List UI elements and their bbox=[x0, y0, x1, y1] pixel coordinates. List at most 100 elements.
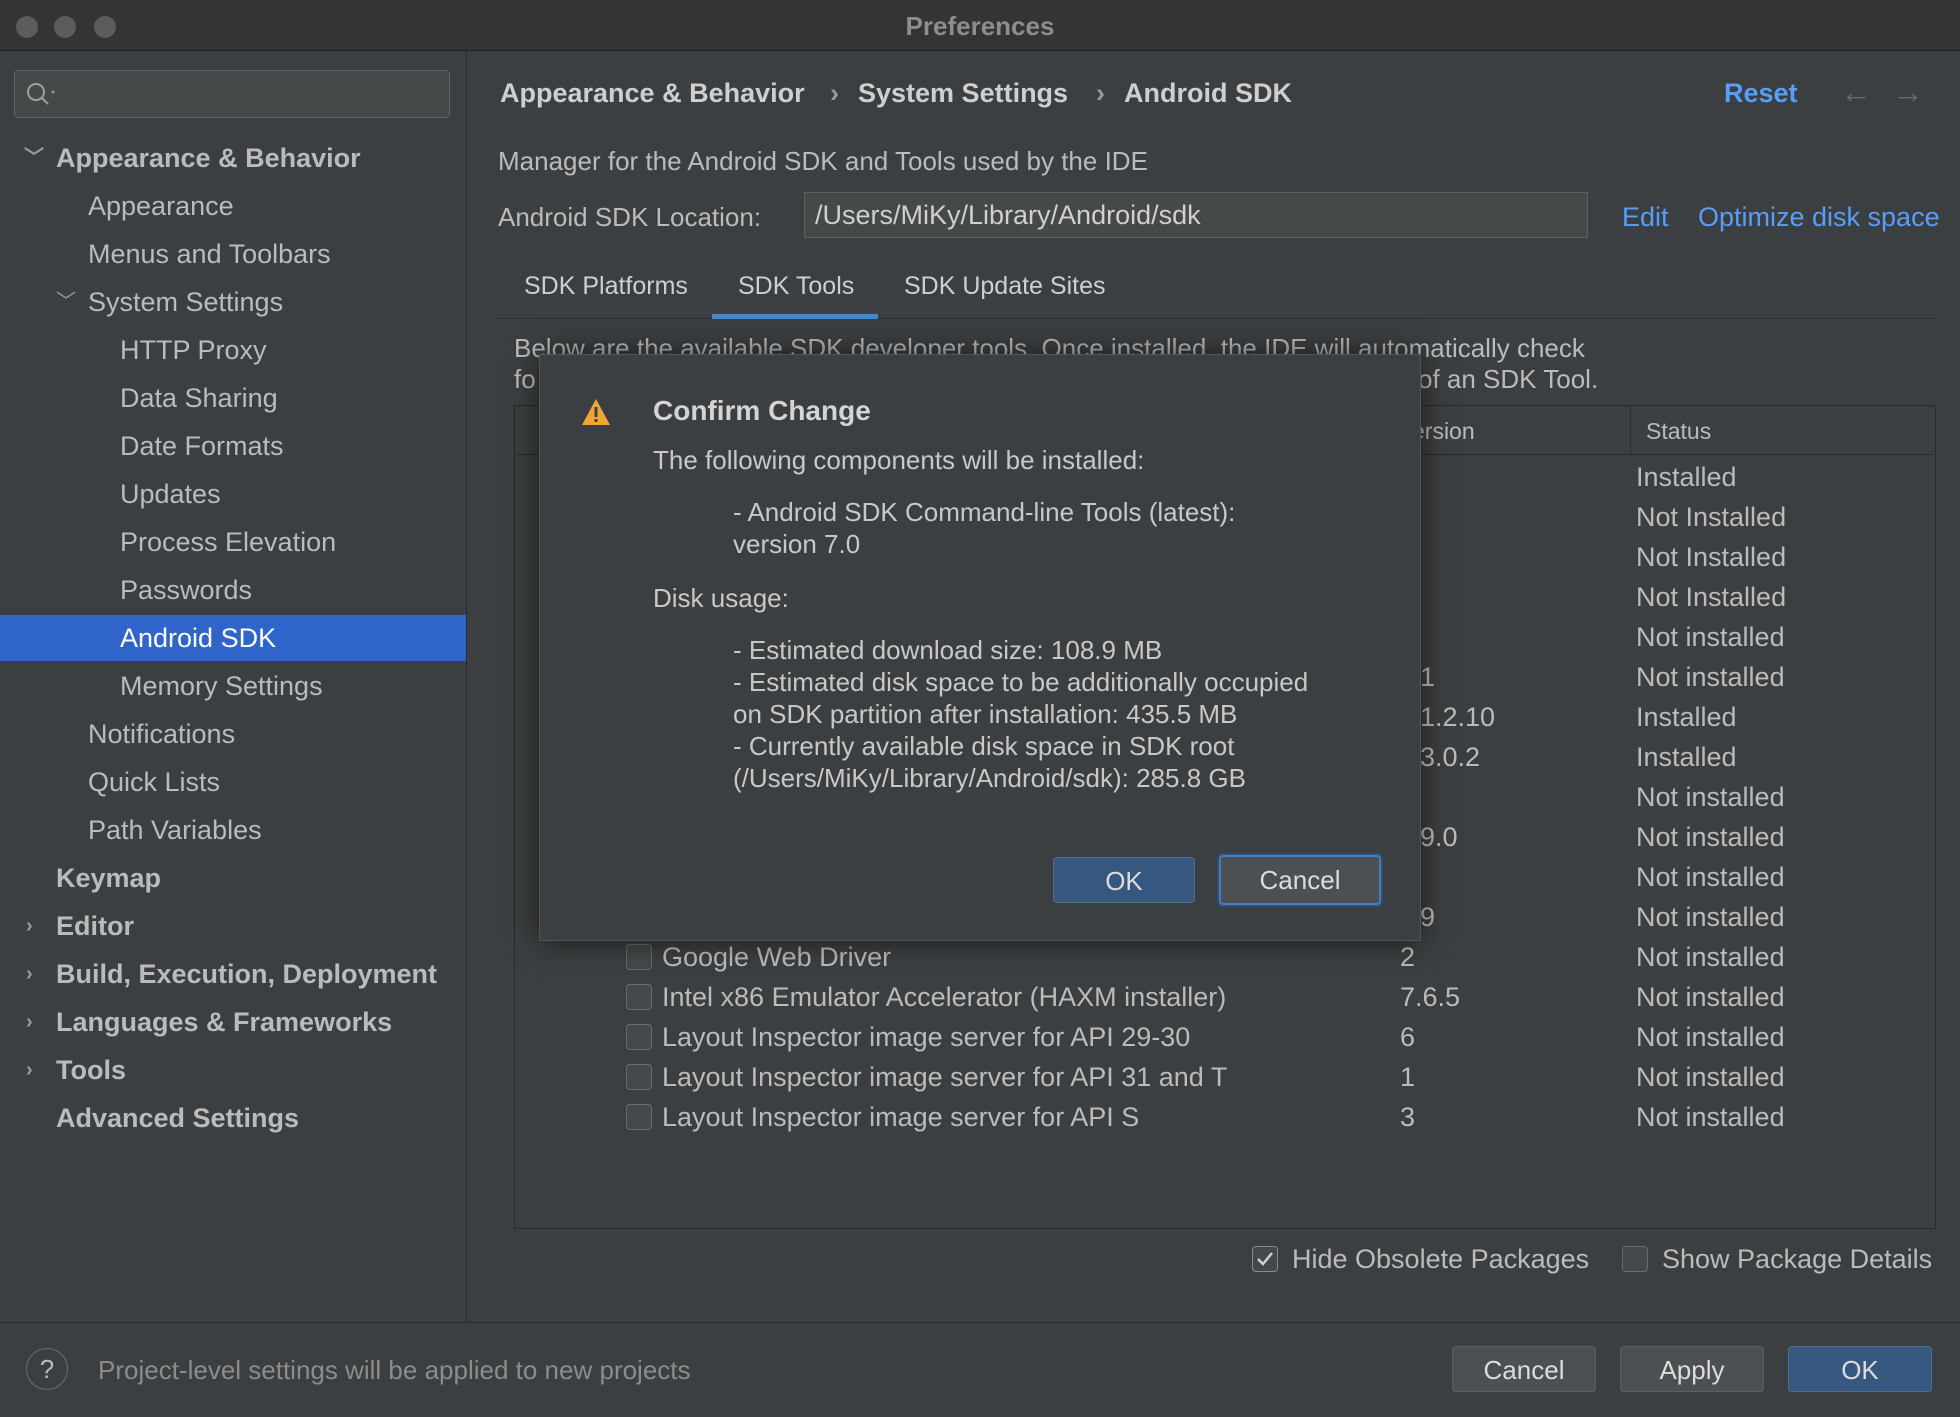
row-checkbox[interactable] bbox=[626, 944, 652, 970]
row-status: Not installed bbox=[1636, 862, 1785, 892]
edit-link[interactable]: Edit bbox=[1622, 202, 1669, 233]
reset-link[interactable]: Reset bbox=[1724, 78, 1798, 109]
sidebar-item-system-settings[interactable]: ﹀ System Settings bbox=[0, 279, 466, 325]
row-version: 9 bbox=[1420, 902, 1436, 932]
hide-obsolete-checkbox[interactable] bbox=[1252, 1246, 1278, 1272]
row-status: Not installed bbox=[1636, 1102, 1785, 1132]
sdk-manager-description: Manager for the Android SDK and Tools us… bbox=[498, 146, 1148, 176]
row-version: 1 bbox=[1400, 1062, 1416, 1092]
row-version: 3 bbox=[1400, 1102, 1416, 1132]
chevron-right-icon: › bbox=[26, 1059, 33, 1081]
dialog-intro: The following components will be install… bbox=[653, 445, 1145, 475]
sidebar-item-build-execution-deployment[interactable]: › Build, Execution, Deployment bbox=[0, 951, 466, 997]
row-checkbox[interactable] bbox=[626, 984, 652, 1010]
row-status: Installed bbox=[1636, 742, 1737, 772]
sidebar-item-date-formats[interactable]: Date Formats bbox=[0, 423, 466, 469]
tab-sdk-update-sites[interactable]: SDK Update Sites bbox=[904, 272, 1106, 301]
sidebar-item-editor[interactable]: › Editor bbox=[0, 903, 466, 949]
sidebar-item-notifications[interactable]: Notifications bbox=[0, 711, 466, 757]
tools-info-line-2-start: fo bbox=[514, 364, 536, 394]
project-settings-note: Project-level settings will be applied t… bbox=[98, 1355, 691, 1385]
hide-obsolete-label: Hide Obsolete Packages bbox=[1292, 1244, 1590, 1274]
sidebar-item-menus-toolbars[interactable]: Menus and Toolbars bbox=[0, 231, 466, 277]
footer-apply-button[interactable]: Apply bbox=[1620, 1346, 1764, 1392]
row-version: 7.6.5 bbox=[1400, 982, 1461, 1012]
breadcrumb-appearance-behavior[interactable]: Appearance & Behavior bbox=[500, 78, 805, 109]
row-name: Layout Inspector image server for API 29… bbox=[662, 1022, 1191, 1052]
row-status: Installed bbox=[1636, 462, 1737, 492]
sidebar-item-tools[interactable]: › Tools bbox=[0, 1047, 466, 1093]
row-status: Not installed bbox=[1636, 782, 1785, 812]
sidebar-item-advanced-settings[interactable]: Advanced Settings bbox=[0, 1095, 466, 1141]
tab-sdk-platforms[interactable]: SDK Platforms bbox=[524, 272, 688, 301]
disk-usage-line-2: - Estimated disk space to be additionall… bbox=[733, 667, 1309, 697]
disk-usage-label: Disk usage: bbox=[653, 583, 789, 613]
sidebar-item-quick-lists[interactable]: Quick Lists bbox=[0, 759, 466, 805]
show-package-details-checkbox[interactable] bbox=[1622, 1246, 1648, 1272]
footer-ok-button[interactable]: OK bbox=[1788, 1346, 1932, 1392]
sidebar-item-path-variables[interactable]: Path Variables bbox=[0, 807, 466, 853]
row-status: Not installed bbox=[1636, 822, 1785, 852]
sdk-location-label: Android SDK Location: bbox=[498, 202, 762, 232]
sdk-location-field[interactable]: /Users/MiKy/Library/Android/sdk bbox=[804, 192, 1588, 238]
row-version: 6 bbox=[1400, 1022, 1416, 1052]
row-name: Layout Inspector image server for API 31… bbox=[662, 1062, 1228, 1092]
breadcrumb-android-sdk: Android SDK bbox=[1124, 78, 1292, 108]
row-status: Not installed bbox=[1636, 902, 1785, 932]
breadcrumb-system-settings[interactable]: System Settings bbox=[858, 78, 1068, 109]
footer-cancel-button[interactable]: Cancel bbox=[1452, 1346, 1596, 1392]
sidebar-item-process-elevation[interactable]: Process Elevation bbox=[0, 519, 466, 565]
sidebar-item-appearance[interactable]: Appearance bbox=[0, 183, 466, 229]
sidebar-item-memory-settings[interactable]: Memory Settings bbox=[0, 663, 466, 709]
forward-arrow-icon[interactable]: → bbox=[1892, 74, 1924, 111]
active-tab-indicator bbox=[712, 314, 878, 319]
dialog-cancel-button[interactable]: Cancel bbox=[1219, 855, 1381, 905]
row-status: Not Installed bbox=[1636, 582, 1787, 612]
column-header-version[interactable]: ersion bbox=[1412, 418, 1475, 445]
row-name: Layout Inspector image server for API S bbox=[662, 1102, 1140, 1132]
sidebar-item-updates[interactable]: Updates bbox=[0, 471, 466, 517]
dialog-ok-button[interactable]: OK bbox=[1053, 857, 1195, 903]
disk-usage-line-3: on SDK partition after installation: 435… bbox=[733, 699, 1238, 729]
sidebar-item-android-sdk[interactable]: Android SDK bbox=[0, 615, 466, 661]
checkmark-icon bbox=[1257, 1252, 1273, 1266]
chevron-down-icon: ﹀ bbox=[24, 147, 44, 169]
component-line-2: version 7.0 bbox=[733, 529, 861, 559]
row-version: 1 bbox=[1420, 662, 1436, 692]
back-arrow-icon[interactable]: ← bbox=[1840, 74, 1872, 111]
help-icon[interactable]: ? bbox=[26, 1348, 68, 1390]
row-name: Intel x86 Emulator Accelerator (HAXM ins… bbox=[662, 982, 1227, 1012]
column-divider bbox=[1630, 406, 1631, 454]
sidebar-item-appearance-behavior[interactable]: ﹀ Appearance & Behavior bbox=[0, 135, 466, 181]
tab-sdk-tools[interactable]: SDK Tools bbox=[738, 272, 854, 301]
component-line-1: - Android SDK Command-line Tools (latest… bbox=[733, 497, 1236, 527]
breadcrumb-separator: › bbox=[830, 78, 839, 108]
row-status: Not Installed bbox=[1636, 542, 1787, 572]
sidebar-item-http-proxy[interactable]: HTTP Proxy bbox=[0, 327, 466, 373]
sidebar-item-languages-frameworks[interactable]: › Languages & Frameworks bbox=[0, 999, 466, 1045]
chevron-right-icon: › bbox=[26, 1011, 33, 1033]
row-checkbox[interactable] bbox=[626, 1104, 652, 1130]
settings-search-input[interactable] bbox=[14, 70, 450, 118]
sidebar-item-passwords[interactable]: Passwords bbox=[0, 567, 466, 613]
optimize-disk-space-link[interactable]: Optimize disk space bbox=[1698, 202, 1940, 233]
chevron-down-icon: ﹀ bbox=[56, 291, 76, 313]
chevron-right-icon: › bbox=[26, 963, 33, 985]
sidebar-item-data-sharing[interactable]: Data Sharing bbox=[0, 375, 466, 421]
sidebar-item-keymap[interactable]: Keymap bbox=[0, 855, 466, 901]
disk-usage-line-4: - Currently available disk space in SDK … bbox=[733, 731, 1235, 761]
row-version: 3.0.2 bbox=[1420, 742, 1481, 772]
row-status: Not installed bbox=[1636, 1062, 1785, 1092]
row-status: Installed bbox=[1636, 702, 1737, 732]
warning-icon bbox=[582, 399, 610, 425]
row-version: 2 bbox=[1400, 942, 1416, 972]
window-title: Preferences bbox=[905, 11, 1055, 41]
disk-usage-line-5: (/Users/MiKy/Library/Android/sdk): 285.8… bbox=[733, 763, 1246, 793]
row-status: Not installed bbox=[1636, 1022, 1785, 1052]
column-header-status[interactable]: Status bbox=[1646, 418, 1711, 445]
row-checkbox[interactable] bbox=[626, 1024, 652, 1050]
search-icon bbox=[27, 83, 55, 105]
tools-info-line-2-end: of an SDK Tool. bbox=[1418, 364, 1599, 394]
row-status: Not installed bbox=[1636, 942, 1785, 972]
row-checkbox[interactable] bbox=[626, 1064, 652, 1090]
